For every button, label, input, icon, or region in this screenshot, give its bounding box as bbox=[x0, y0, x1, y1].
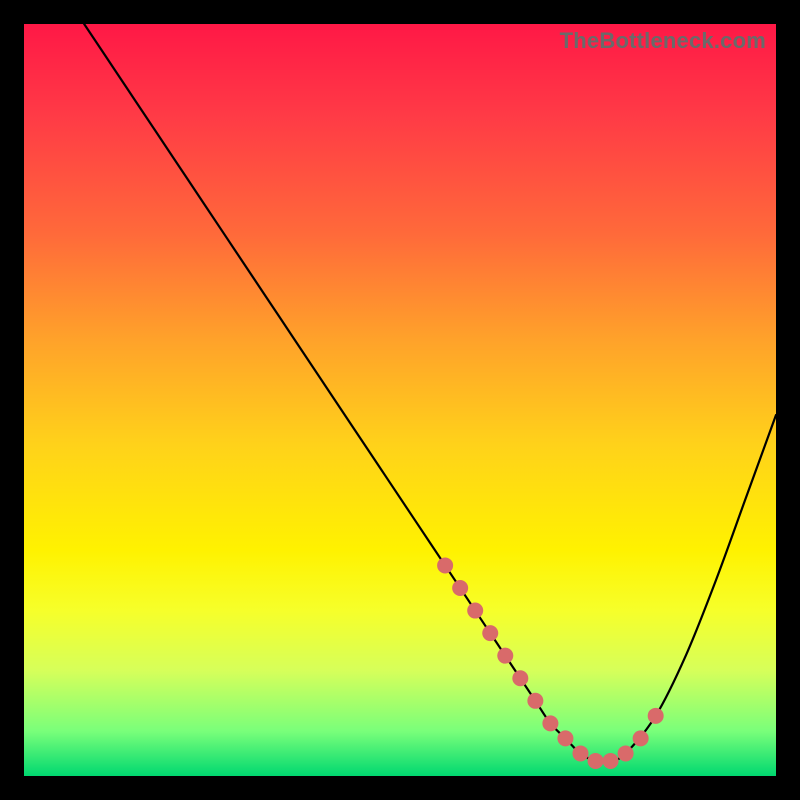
marker-point bbox=[618, 745, 634, 761]
highlight-markers bbox=[437, 557, 664, 769]
marker-point bbox=[603, 753, 619, 769]
marker-point bbox=[557, 730, 573, 746]
marker-point bbox=[467, 603, 483, 619]
bottleneck-curve bbox=[24, 24, 776, 776]
marker-point bbox=[512, 670, 528, 686]
marker-point bbox=[648, 708, 664, 724]
marker-point bbox=[633, 730, 649, 746]
marker-point bbox=[542, 715, 558, 731]
marker-point bbox=[527, 693, 543, 709]
plot-area: TheBottleneck.com bbox=[24, 24, 776, 776]
marker-point bbox=[482, 625, 498, 641]
marker-point bbox=[497, 648, 513, 664]
marker-point bbox=[572, 745, 588, 761]
chart-frame: TheBottleneck.com bbox=[0, 0, 800, 800]
curve-line bbox=[84, 24, 776, 762]
marker-point bbox=[452, 580, 468, 596]
marker-point bbox=[437, 557, 453, 573]
marker-point bbox=[588, 753, 604, 769]
